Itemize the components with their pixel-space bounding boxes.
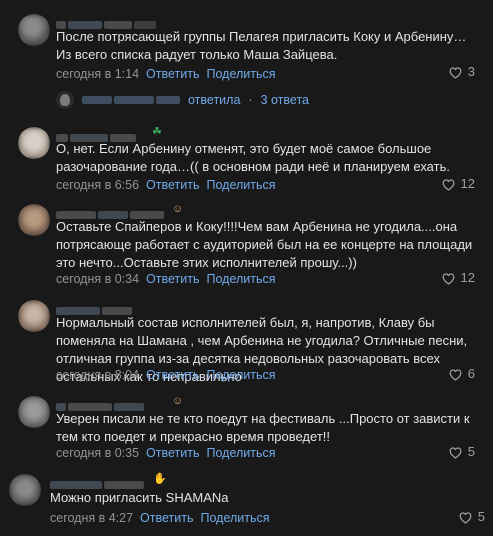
avatar[interactable] — [18, 300, 50, 332]
reply-author-name[interactable] — [82, 96, 180, 104]
heart-outline-icon — [442, 272, 454, 285]
comment-meta: сегодня в 8:04 Ответить Поделиться — [56, 368, 276, 382]
author-name[interactable] — [56, 16, 158, 29]
share-button[interactable]: Поделиться — [206, 446, 275, 460]
emoji-badge: ☺ — [172, 203, 184, 215]
replies-thread[interactable]: ответила · 3 ответа — [56, 88, 309, 112]
reply-author-avatar[interactable] — [56, 91, 74, 109]
comment-text: Можно пригласить SHAMANа — [50, 490, 229, 505]
comment-time[interactable]: сегодня в 0:35 — [56, 446, 139, 460]
like-count: 12 — [460, 176, 475, 191]
share-button[interactable]: Поделиться — [206, 67, 275, 81]
comment-text: Уверен писали не те кто поедут на фестив… — [56, 411, 470, 444]
avatar[interactable] — [9, 474, 41, 506]
reply-button[interactable]: Ответить — [146, 67, 199, 81]
reply-verb[interactable]: ответила — [188, 93, 240, 107]
avatar[interactable] — [18, 204, 50, 236]
comment-meta: сегодня в 0:34 Ответить Поделиться — [56, 272, 276, 286]
like-button[interactable]: 12 — [441, 176, 475, 191]
comment-time[interactable]: сегодня в 1:14 — [56, 67, 139, 81]
avatar[interactable] — [18, 396, 50, 428]
author-name[interactable] — [56, 206, 166, 219]
emoji-badge: ✋ — [153, 473, 167, 485]
reply-button[interactable]: Ответить — [146, 178, 199, 192]
reply-button[interactable]: Ответить — [140, 511, 193, 525]
like-count: 6 — [467, 366, 475, 381]
like-count: 5 — [477, 509, 485, 524]
avatar[interactable] — [18, 14, 50, 46]
like-count: 3 — [467, 64, 475, 79]
reply-button[interactable]: Ответить — [146, 446, 199, 460]
like-button[interactable]: 3 — [448, 64, 475, 79]
heart-outline-icon — [449, 446, 462, 459]
author-name[interactable] — [50, 476, 146, 489]
like-button[interactable]: 5 — [458, 509, 485, 524]
emoji-badge: ☺ — [172, 395, 184, 407]
like-button[interactable]: 6 — [448, 366, 475, 381]
comment-meta: сегодня в 4:27 Ответить Поделиться — [50, 511, 270, 525]
like-count: 5 — [467, 444, 475, 459]
share-button[interactable]: Поделиться — [206, 272, 275, 286]
comment-time[interactable]: сегодня в 6:56 — [56, 178, 139, 192]
reply-button[interactable]: Ответить — [146, 368, 199, 382]
author-name[interactable] — [56, 302, 134, 315]
avatar[interactable] — [18, 127, 50, 159]
replies-count-link[interactable]: 3 ответа — [261, 93, 309, 107]
comment-text: О, нет. Если Арбенину отменят, это будет… — [56, 141, 450, 174]
comment-time[interactable]: сегодня в 0:34 — [56, 272, 139, 286]
heart-outline-icon — [442, 178, 454, 191]
heart-outline-icon — [449, 66, 462, 79]
comment-time[interactable]: сегодня в 4:27 — [50, 511, 133, 525]
comment-time[interactable]: сегодня в 8:04 — [56, 368, 139, 382]
comment-meta: сегодня в 0:35 Ответить Поделиться — [56, 446, 276, 460]
reply-button[interactable]: Ответить — [146, 272, 199, 286]
share-button[interactable]: Поделиться — [206, 368, 275, 382]
share-button[interactable]: Поделиться — [200, 511, 269, 525]
like-count: 12 — [460, 270, 475, 285]
heart-outline-icon — [459, 511, 472, 524]
separator: · — [248, 93, 253, 107]
comment-meta: сегодня в 6:56 Ответить Поделиться — [56, 178, 276, 192]
like-button[interactable]: 5 — [448, 444, 475, 459]
like-button[interactable]: 12 — [441, 270, 475, 285]
comment-text: После потрясающей группы Пелагея приглас… — [56, 29, 467, 62]
emoji-badge: ☘ — [152, 126, 162, 138]
author-name[interactable] — [56, 398, 146, 411]
comment-meta: сегодня в 1:14 Ответить Поделиться — [56, 67, 276, 81]
comment-text: Оставьте Спайперов и Коку!!!!Чем вам Арб… — [56, 219, 473, 270]
author-name[interactable] — [56, 129, 138, 142]
share-button[interactable]: Поделиться — [206, 178, 275, 192]
heart-outline-icon — [449, 368, 462, 381]
